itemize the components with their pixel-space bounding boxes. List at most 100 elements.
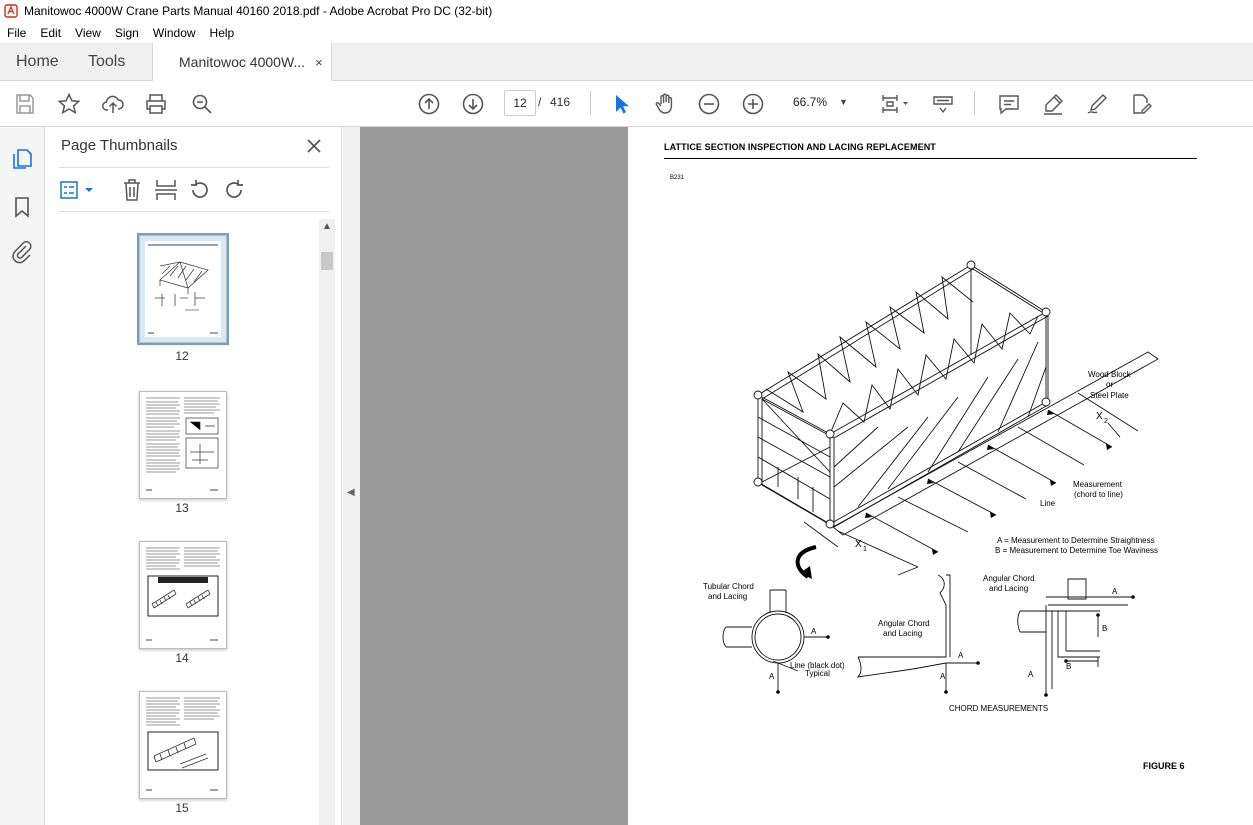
thumbnail-preview [140, 542, 226, 648]
thumbnail-page-15[interactable] [139, 691, 227, 799]
rotate-clockwise-icon[interactable] [221, 177, 247, 203]
hand-icon [655, 93, 673, 114]
tab-bar: Home Tools Manitowoc 4000W... × [0, 43, 1253, 81]
select-tool-button[interactable] [608, 91, 634, 117]
thumbnail-label: 14 [175, 651, 189, 665]
edit-document-icon [1133, 94, 1152, 114]
star-icon [57, 92, 81, 115]
delete-page-icon[interactable] [119, 177, 145, 203]
thumbnail-preview [140, 692, 226, 798]
panel-divider-2 [59, 211, 329, 212]
label-a-angular-right: A [1112, 587, 1118, 596]
zoom-level-value: 66.7% [793, 95, 828, 109]
thumbnail-scrollbar[interactable]: ▲ [319, 219, 335, 825]
label-tubular-2: and Lacing [708, 592, 747, 601]
fit-page-icon [882, 95, 908, 113]
label-chord-measurements: CHORD MEASUREMENTS [949, 704, 1048, 713]
save-icon [16, 94, 34, 114]
zoom-search-icon [192, 94, 212, 114]
label-angular-right-2: and Lacing [989, 584, 1028, 593]
window-title: Manitowoc 4000W Crane Parts Manual 40160… [24, 4, 493, 18]
label-x2-sub: 2 [1104, 418, 1108, 425]
comment-button[interactable] [996, 91, 1022, 117]
keyboard-scroll-icon [933, 96, 953, 114]
arrow-up-circle-icon [418, 93, 440, 115]
cursor-arrow-icon [616, 95, 629, 114]
thumbnail-label: 15 [175, 801, 189, 815]
tab-close-icon[interactable]: × [315, 55, 323, 70]
page-number-input[interactable]: 12 [504, 90, 536, 116]
page-thumbnails-icon[interactable] [10, 147, 34, 171]
label-steel-plate: Steel Plate [1090, 391, 1129, 400]
label-angular-right-1: Angular Chord [983, 574, 1035, 583]
zoom-out-button[interactable] [696, 91, 722, 117]
bookmark-star-button[interactable] [56, 91, 82, 117]
upload-button[interactable] [100, 91, 126, 117]
title-bar: Manitowoc 4000W Crane Parts Manual 40160… [0, 0, 1253, 22]
minus-circle-icon [698, 93, 720, 115]
page-display-button[interactable] [876, 91, 912, 117]
hand-tool-button[interactable] [652, 91, 678, 117]
attachment-icon[interactable] [10, 240, 34, 264]
previous-page-button[interactable] [416, 91, 442, 117]
rotate-counterclockwise-icon[interactable] [187, 177, 213, 203]
chevron-up-icon[interactable]: ▲ [322, 221, 332, 232]
find-button[interactable] [189, 91, 215, 117]
label-x1-sub: 1 [863, 546, 867, 553]
arrow-down-circle-icon [462, 93, 484, 115]
label-a-angular-mid-2: A [940, 672, 946, 681]
label-or: or [1106, 380, 1113, 389]
pen-draw-icon [1087, 94, 1107, 114]
tab-tools[interactable]: Tools [88, 43, 125, 80]
zoom-in-button[interactable] [740, 91, 766, 117]
toolbar-divider-2 [974, 91, 975, 115]
zoom-level-select[interactable]: 66.7% ▼ [783, 90, 857, 114]
thumbnail-label: 13 [175, 501, 189, 515]
save-button[interactable] [12, 91, 38, 117]
label-tubular-1: Tubular Chord [703, 582, 754, 591]
label-a-angular-right-2: A [1028, 670, 1034, 679]
toolbar-divider [590, 91, 591, 115]
figure-label: FIGURE 6 [1143, 761, 1185, 771]
bookmark-icon[interactable] [10, 195, 34, 219]
page-separator: / [538, 95, 542, 109]
label-a-tubular-2: A [769, 672, 775, 681]
menu-sign[interactable]: Sign [108, 26, 146, 40]
lattice-section-figure: Wood Block or Steel Plate X 2 Measuremen… [703, 260, 1159, 713]
highlight-button[interactable] [1040, 91, 1066, 117]
next-page-button[interactable] [460, 91, 486, 117]
insert-page-icon[interactable] [153, 177, 179, 203]
label-a-tubular: A [811, 627, 817, 636]
print-button[interactable] [143, 91, 169, 117]
thumbnail-page-14[interactable] [139, 541, 227, 649]
legend-b: B = Measurement to Determine Toe Wavines… [995, 546, 1158, 555]
thumbnail-options-icon[interactable] [59, 177, 97, 203]
label-b-angular-right-2: B [1066, 662, 1071, 671]
chevron-left-icon: ◀ [347, 487, 355, 498]
tab-home[interactable]: Home [16, 43, 59, 80]
label-x1: X [855, 539, 862, 550]
tab-document[interactable]: Manitowoc 4000W... × [152, 43, 332, 81]
plus-circle-icon [742, 93, 764, 115]
menu-help[interactable]: Help [203, 26, 242, 40]
page-thumbnails-panel: Page Thumbnails 12 13 14 15 [45, 127, 342, 825]
tab-document-label: Manitowoc 4000W... [179, 54, 306, 70]
close-icon[interactable] [303, 135, 325, 157]
draw-button[interactable] [1084, 91, 1110, 117]
edit-pdf-button[interactable] [1128, 91, 1154, 117]
label-wood-block: Wood Block [1088, 370, 1132, 379]
scroll-mode-button[interactable] [930, 91, 956, 117]
document-page: LATTICE SECTION INSPECTION AND LACING RE… [628, 127, 1253, 825]
menu-file[interactable]: File [0, 26, 33, 40]
cloud-upload-icon [102, 95, 124, 113]
label-b-angular-right: B [1102, 624, 1107, 633]
scrollbar-thumb[interactable] [321, 252, 333, 270]
thumbnail-page-13[interactable] [139, 391, 227, 499]
acrobat-icon [4, 4, 18, 18]
menu-bar: File Edit View Sign Window Help [0, 22, 1253, 43]
menu-edit[interactable]: Edit [33, 26, 68, 40]
menu-view[interactable]: View [68, 26, 108, 40]
menu-window[interactable]: Window [146, 26, 203, 40]
thumbnail-page-12[interactable] [137, 233, 229, 345]
panel-collapse-handle[interactable]: ◀ [343, 127, 360, 825]
